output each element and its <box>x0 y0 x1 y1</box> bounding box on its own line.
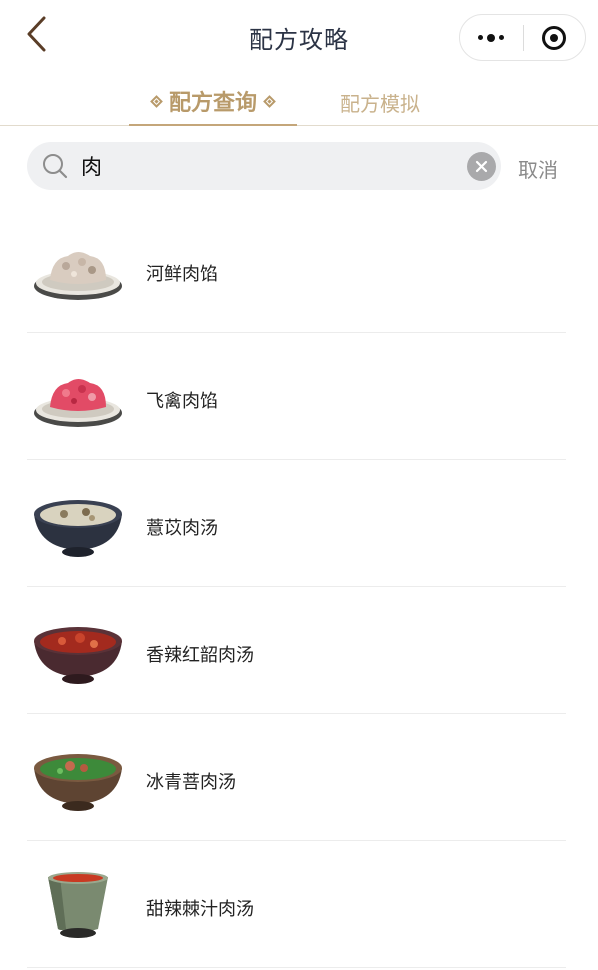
tab-label: 配方查询 <box>168 91 257 116</box>
list-item[interactable]: 冰青菩肉汤 <box>0 714 598 841</box>
recipe-name: 冰青菩肉汤 <box>146 772 236 793</box>
dish-bowl-image <box>34 500 122 557</box>
diamond-ornament-icon <box>150 94 163 108</box>
dish-plate-image <box>34 379 122 427</box>
navigation-bar: 配方攻略 <box>0 0 598 72</box>
recipe-name: 香辣红韶肉汤 <box>146 645 254 666</box>
list-item[interactable]: 甜辣棘汁肉汤 <box>0 841 598 968</box>
recipe-name: 薏苡肉汤 <box>146 518 218 539</box>
tab-recipe-query[interactable]: 配方查询 <box>129 78 297 126</box>
dish-bowl-image <box>34 754 122 811</box>
search-bar <box>27 142 501 190</box>
list-item[interactable]: 香辣红韶肉汤 <box>0 587 598 714</box>
recipe-name: 甜辣棘汁肉汤 <box>146 899 254 920</box>
dish-bowl-image <box>34 627 122 684</box>
mini-program-capsule <box>459 14 586 61</box>
tab-label: 配方模拟 <box>340 91 420 116</box>
list-item[interactable]: 河鲜肉馅 <box>0 206 598 333</box>
recipe-name: 飞禽肉馅 <box>146 391 218 412</box>
dish-plate-image <box>34 252 122 300</box>
capsule-close-icon[interactable] <box>523 15 585 60</box>
clear-icon[interactable] <box>467 152 496 181</box>
search-icon <box>43 154 68 179</box>
recipe-result-list: 河鲜肉馅 飞禽肉馅 薏苡肉汤 香辣红韶肉汤 冰青菩肉汤 甜辣棘汁肉汤 <box>0 206 598 968</box>
recipe-name: 河鲜肉馅 <box>146 264 218 285</box>
list-item[interactable]: 薏苡肉汤 <box>0 460 598 587</box>
dish-cup-image <box>48 872 108 938</box>
list-item[interactable]: 飞禽肉馅 <box>0 333 598 460</box>
diamond-ornament-icon <box>263 94 276 108</box>
search-input[interactable] <box>81 148 481 184</box>
more-dots-icon[interactable] <box>460 15 523 60</box>
tab-recipe-simulate[interactable]: 配方模拟 <box>332 78 428 126</box>
tab-bar: 配方查询 配方模拟 <box>0 72 598 126</box>
cancel-button[interactable]: 取消 <box>518 154 558 183</box>
